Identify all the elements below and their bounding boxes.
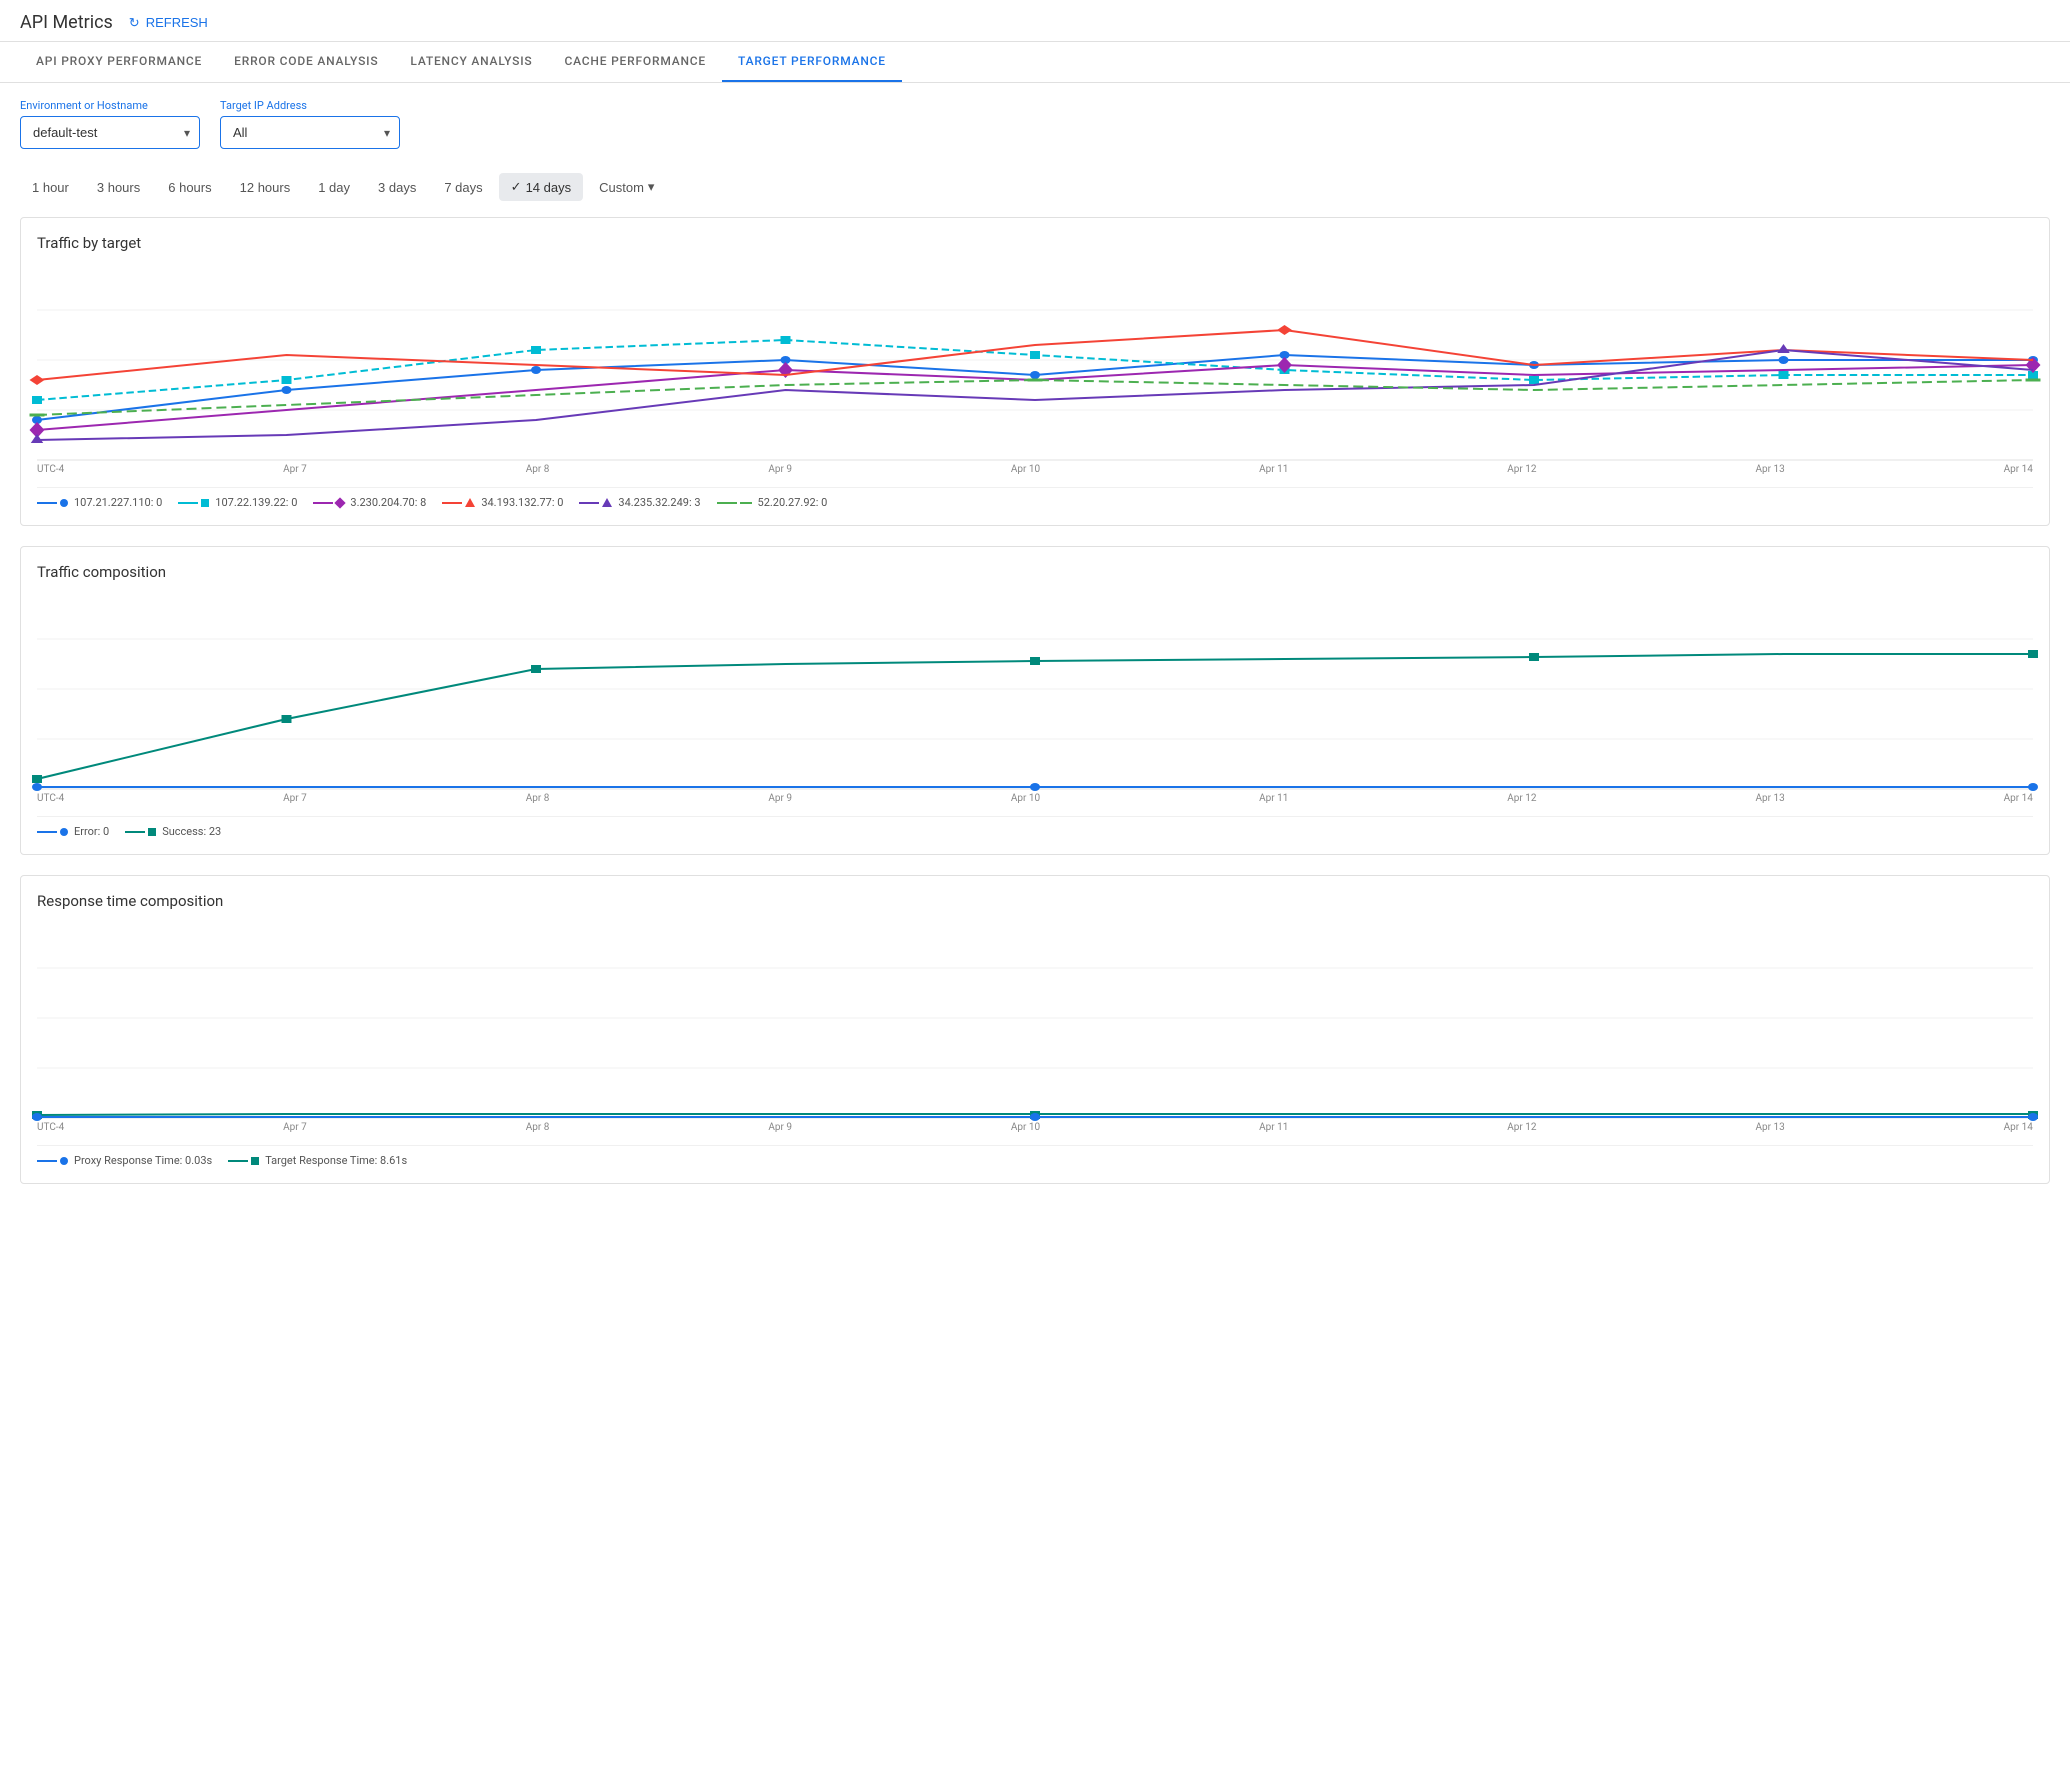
target-ip-select-group: Target IP Address All 107.21.227.110 107… <box>220 99 400 149</box>
tabs-bar: API PROXY PERFORMANCE ERROR CODE ANALYSI… <box>0 42 2070 83</box>
traffic-composition-section: Traffic composition <box>20 546 2050 855</box>
charts-container: Traffic by target <box>0 217 2070 1184</box>
custom-chevron-icon: ▾ <box>648 179 655 195</box>
controls-area: Environment or Hostname default-test pro… <box>0 83 2070 165</box>
traffic-by-target-section: Traffic by target <box>20 217 2050 526</box>
environment-select-group: Environment or Hostname default-test pro… <box>20 99 200 149</box>
tab-latency[interactable]: LATENCY ANALYSIS <box>394 42 548 82</box>
legend-item-5: 34.235.32.249: 3 <box>579 496 700 509</box>
traffic-composition-legend: Error: 0 Success: 23 <box>37 816 2033 838</box>
time-7days[interactable]: 7 days <box>432 174 494 201</box>
environment-select[interactable]: default-test prod staging <box>20 116 200 149</box>
legend-success: Success: 23 <box>125 825 221 838</box>
traffic-by-target-chart <box>37 260 2033 460</box>
time-3days[interactable]: 3 days <box>366 174 428 201</box>
check-icon: ✓ <box>511 179 522 195</box>
time-1hour[interactable]: 1 hour <box>20 174 81 201</box>
environment-label: Environment or Hostname <box>20 99 200 112</box>
tab-cache[interactable]: CACHE PERFORMANCE <box>548 42 722 82</box>
tab-target[interactable]: TARGET PERFORMANCE <box>722 42 902 82</box>
response-time-section: Response time composition UTC-4 <box>20 875 2050 1184</box>
response-time-legend: Proxy Response Time: 0.03s Target Respon… <box>37 1145 2033 1167</box>
target-ip-select-wrapper: All 107.21.227.110 107.22.139.22 3.230.2… <box>220 116 400 149</box>
legend-target-response: Target Response Time: 8.61s <box>228 1154 407 1167</box>
header: API Metrics ↻ REFRESH <box>0 0 2070 42</box>
time-3hours[interactable]: 3 hours <box>85 174 152 201</box>
traffic-by-target-x-axis: UTC-4 Apr 7 Apr 8 Apr 9 Apr 10 Apr 11 Ap… <box>37 460 2033 479</box>
time-12hours[interactable]: 12 hours <box>228 174 303 201</box>
legend-error: Error: 0 <box>37 825 109 838</box>
refresh-icon: ↻ <box>129 15 140 31</box>
traffic-by-target-title: Traffic by target <box>37 234 2033 252</box>
time-1day[interactable]: 1 day <box>306 174 362 201</box>
legend-item-4: 34.193.132.77: 0 <box>442 496 563 509</box>
page-title: API Metrics <box>20 12 113 33</box>
refresh-button[interactable]: ↻ REFRESH <box>129 15 208 31</box>
response-time-title: Response time composition <box>37 892 2033 910</box>
legend-proxy-response: Proxy Response Time: 0.03s <box>37 1154 212 1167</box>
traffic-composition-x-axis: UTC-4 Apr 7 Apr 8 Apr 9 Apr 10 Apr 11 Ap… <box>37 789 2033 808</box>
time-custom[interactable]: Custom ▾ <box>587 173 666 201</box>
time-6hours[interactable]: 6 hours <box>156 174 223 201</box>
legend-item-1: 107.21.227.110: 0 <box>37 496 162 509</box>
legend-item-3: 3.230.204.70: 8 <box>313 496 426 509</box>
traffic-composition-chart <box>37 589 2033 789</box>
time-filter-bar: 1 hour 3 hours 6 hours 12 hours 1 day 3 … <box>0 165 2070 217</box>
traffic-composition-title: Traffic composition <box>37 563 2033 581</box>
traffic-by-target-legend: 107.21.227.110: 0 107.22.139.22: 0 3.230… <box>37 487 2033 509</box>
target-ip-label: Target IP Address <box>220 99 400 112</box>
legend-item-6: 52.20.27.92: 0 <box>717 496 828 509</box>
tab-api-proxy[interactable]: API PROXY PERFORMANCE <box>20 42 218 82</box>
time-14days[interactable]: ✓ 14 days <box>499 173 583 201</box>
target-ip-select[interactable]: All 107.21.227.110 107.22.139.22 3.230.2… <box>220 116 400 149</box>
tab-error-code[interactable]: ERROR CODE ANALYSIS <box>218 42 394 82</box>
environment-select-wrapper: default-test prod staging ▾ <box>20 116 200 149</box>
legend-item-2: 107.22.139.22: 0 <box>178 496 297 509</box>
response-time-chart <box>37 918 2033 1118</box>
